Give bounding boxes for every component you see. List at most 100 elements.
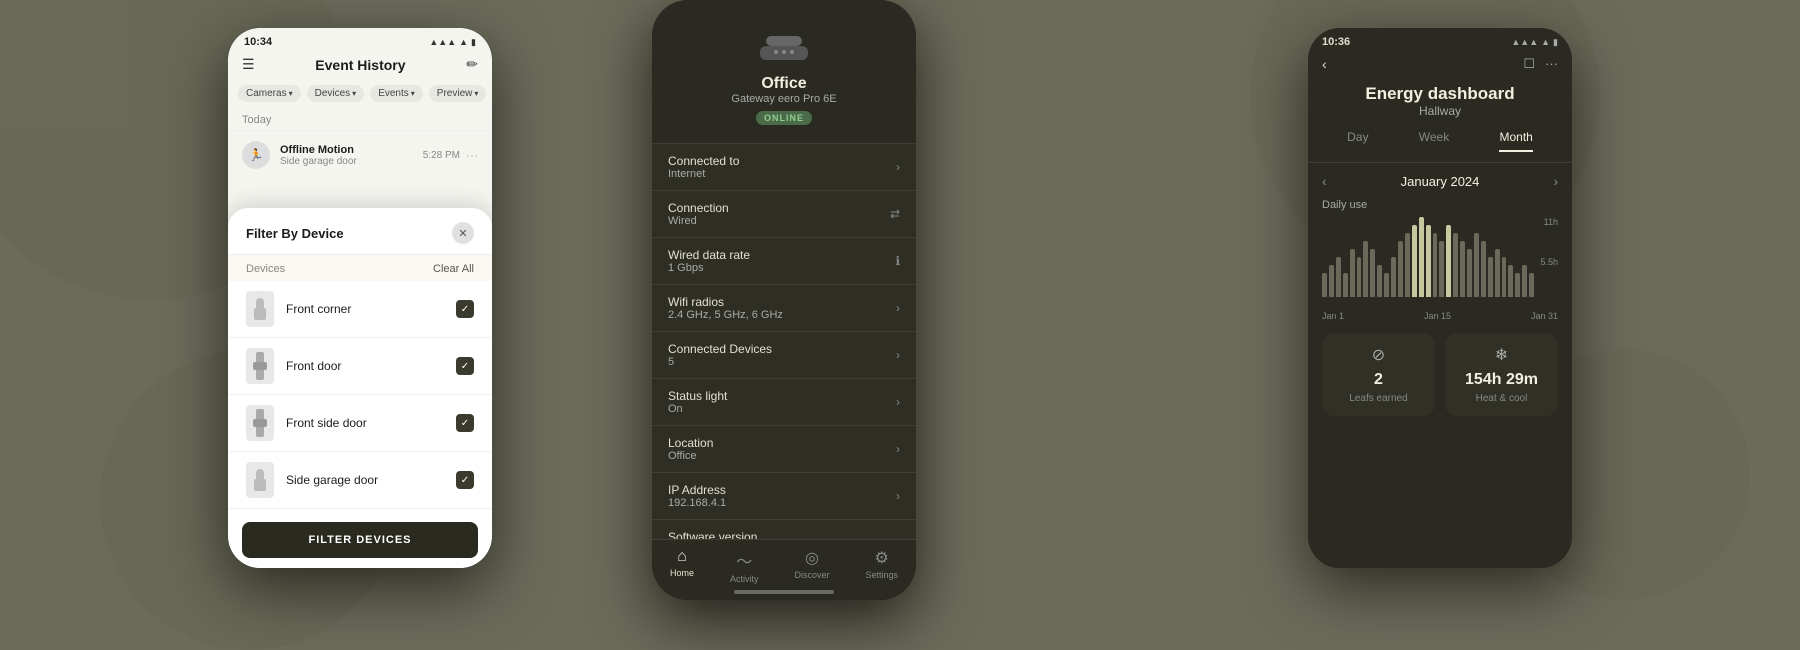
checkbox-1[interactable]: ✓ — [456, 300, 474, 318]
checkbox-3[interactable]: ✓ — [456, 414, 474, 432]
filter-by-device-title: Filter By Device — [246, 226, 344, 241]
chart-bar — [1419, 217, 1424, 297]
chart-bar — [1322, 273, 1327, 297]
tab-day[interactable]: Day — [1347, 130, 1368, 152]
filter-overlay: Filter By Device ✕ Devices Clear All Fro… — [228, 208, 492, 568]
list-item-status-light[interactable]: Status light On › — [652, 378, 916, 425]
chart-area: 11h 5.5h — [1322, 217, 1558, 307]
phone3-time: 10:36 — [1322, 36, 1350, 48]
filter-chip-cameras[interactable]: Cameras ▾ — [238, 85, 301, 102]
devices-label: Devices — [246, 263, 285, 275]
chart-bar — [1488, 257, 1493, 297]
checkbox-2[interactable]: ✓ — [456, 357, 474, 375]
phone3-tabs: Day Week Month — [1308, 130, 1572, 163]
calendar-icon[interactable]: ☐ — [1523, 56, 1535, 72]
phone2-device-model: Gateway eero Pro 6E — [731, 93, 836, 105]
tab-week[interactable]: Week — [1419, 130, 1449, 152]
next-month-button[interactable]: › — [1553, 173, 1558, 189]
chart-bar — [1502, 257, 1507, 297]
energy-dashboard-title: Energy dashboard — [1322, 84, 1558, 104]
settings-icon: ⚙ — [875, 548, 889, 568]
filter-device-item-2[interactable]: Front door ✓ — [228, 338, 492, 395]
phone1-header: ☰ Event History ✏ — [228, 52, 492, 81]
tab-month[interactable]: Month — [1499, 130, 1532, 152]
phone2-device-name: Office — [761, 75, 806, 93]
leafs-label: Leafs earned — [1349, 393, 1407, 404]
phone3-screen: 10:36 ▲▲▲ ▲ ▮ ‹ ☐ ··· Energy dashboard H… — [1308, 28, 1572, 568]
list-item-connected-to[interactable]: Connected to Internet › — [652, 143, 916, 190]
device-thumb-4 — [246, 462, 274, 498]
chart-y-label-top: 11h — [1544, 217, 1558, 227]
filter-device-item-1[interactable]: Front corner ✓ — [228, 281, 492, 338]
filter-button-bar: FILTER DEVICES — [228, 512, 492, 568]
filter-device-item-3[interactable]: Front side door ✓ — [228, 395, 492, 452]
back-button[interactable]: ‹ — [1322, 56, 1327, 72]
phone3-title-section: Energy dashboard Hallway — [1308, 80, 1572, 130]
chart-bar — [1377, 265, 1382, 297]
nav-item-activity[interactable]: 〜 Activity — [730, 548, 759, 584]
heat-cool-value: 154h 29m — [1465, 371, 1538, 389]
heat-cool-label: Heat & cool — [1476, 393, 1528, 404]
filter-device-item-4[interactable]: Side garage door ✓ — [228, 452, 492, 509]
nav-item-settings[interactable]: ⚙ Settings — [865, 548, 898, 584]
chart-x-label-2: Jan 15 — [1424, 311, 1451, 321]
activity-icon: 〜 — [736, 548, 752, 572]
phone3-stats: ⊘ 2 Leafs earned ❄ 154h 29m Heat & cool — [1322, 333, 1558, 416]
today-label: Today — [228, 110, 492, 130]
chart-bar — [1439, 241, 1444, 297]
chart-bar — [1495, 249, 1500, 297]
device-thumb-2 — [246, 348, 274, 384]
more-options-icon[interactable]: ··· — [1545, 56, 1558, 72]
leafs-value: 2 — [1374, 371, 1383, 389]
discover-icon: ◎ — [805, 548, 819, 568]
energy-dashboard-subtitle: Hallway — [1322, 104, 1558, 118]
arrow-icon-3: › — [896, 301, 900, 315]
more-options-icon[interactable]: ··· — [466, 148, 478, 162]
filter-chip-preview[interactable]: Preview ▾ — [429, 85, 487, 102]
device-name-4: Side garage door — [286, 473, 456, 487]
menu-icon[interactable]: ☰ — [242, 56, 255, 73]
chart-bar — [1329, 265, 1334, 297]
chart-bar — [1412, 225, 1417, 297]
home-indicator — [734, 590, 834, 594]
filter-chip-devices[interactable]: Devices ▾ — [307, 85, 365, 102]
clear-all-button[interactable]: Clear All — [433, 263, 474, 275]
filter-overlay-header: Filter By Device ✕ — [228, 208, 492, 255]
list-item-connection[interactable]: Connection Wired ⇄ — [652, 190, 916, 237]
chart-bar — [1508, 265, 1513, 297]
chart-bar — [1460, 241, 1465, 297]
device-name-1: Front corner — [286, 302, 456, 316]
current-month-label: January 2024 — [1401, 174, 1480, 189]
heat-cool-icon: ❄ — [1495, 345, 1508, 365]
arrow-icon-4: › — [896, 348, 900, 362]
nav-item-discover[interactable]: ◎ Discover — [794, 548, 829, 584]
chart-bar — [1467, 249, 1472, 297]
chart-bar — [1384, 273, 1389, 297]
list-item-wired-data-rate[interactable]: Wired data rate 1 Gbps ℹ — [652, 237, 916, 284]
filter-close-button[interactable]: ✕ — [452, 222, 474, 244]
chart-bar — [1481, 241, 1486, 297]
list-item-location[interactable]: Location Office › — [652, 425, 916, 472]
checkbox-4[interactable]: ✓ — [456, 471, 474, 489]
online-status-badge: ONLINE — [756, 111, 812, 125]
phone3-right-icons: ☐ ··· — [1523, 56, 1558, 72]
edit-icon[interactable]: ✏ — [466, 56, 478, 73]
chart-bar — [1426, 225, 1431, 297]
list-item-ip-address[interactable]: IP Address 192.168.4.1 › — [652, 472, 916, 519]
arrow-icon-0: › — [896, 160, 900, 174]
chart-bar — [1453, 233, 1458, 297]
chart-bar — [1370, 249, 1375, 297]
chart-bar — [1391, 257, 1396, 297]
prev-month-button[interactable]: ‹ — [1322, 173, 1327, 189]
chart-bar — [1336, 257, 1341, 297]
device-thumb-1 — [246, 291, 274, 327]
chart-bar — [1363, 241, 1368, 297]
phone3-signal-icon: ▲▲▲ — [1511, 37, 1538, 47]
filter-devices-button[interactable]: FILTER DEVICES — [242, 522, 478, 558]
nav-item-home[interactable]: ⌂ Home — [670, 548, 694, 584]
list-item-wifi-radios[interactable]: Wifi radios 2.4 GHz, 5 GHz, 6 GHz › — [652, 284, 916, 331]
chart-bar — [1433, 233, 1438, 297]
list-item-connected-devices[interactable]: Connected Devices 5 › — [652, 331, 916, 378]
chart-y-label-mid: 5.5h — [1540, 257, 1558, 267]
filter-chip-events[interactable]: Events ▾ — [370, 85, 423, 102]
